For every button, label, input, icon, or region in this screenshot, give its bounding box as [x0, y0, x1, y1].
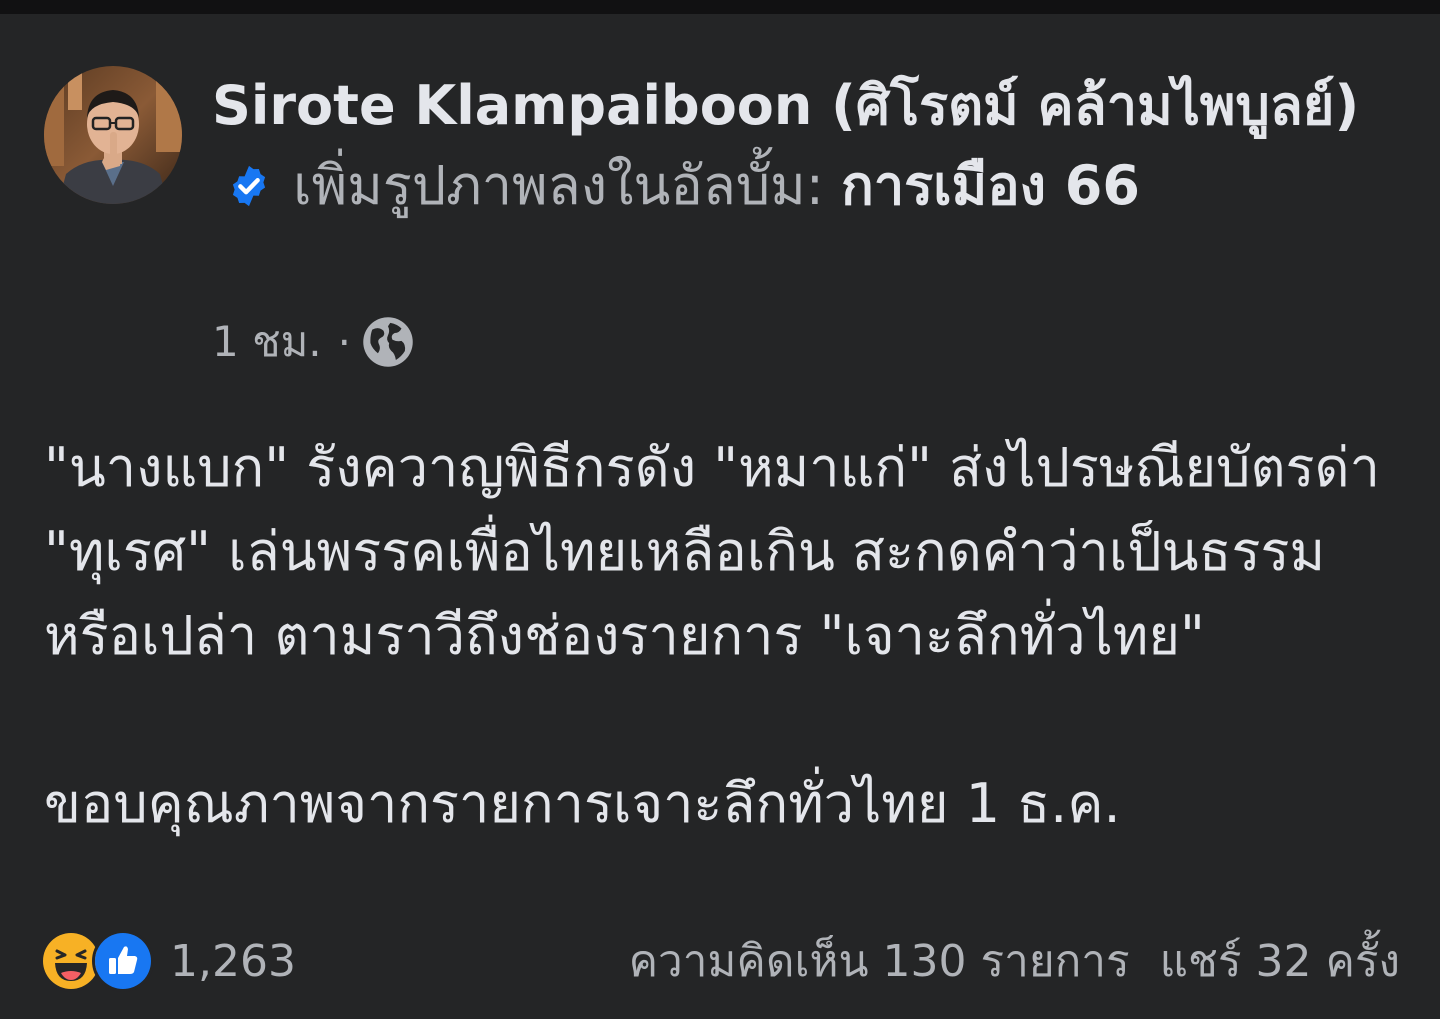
post-footer: 1,263 ความคิดเห็น 130 รายการ แชร์ 32 ครั…: [40, 926, 1400, 996]
post-body-text: "นางแบก" รังควาญพิธีกรดัง "หมาแก่" ส่งไป…: [44, 426, 1404, 846]
verified-badge-icon: [226, 151, 272, 207]
author-name-link[interactable]: Sirote Klampaiboon (ศิโรตม์ คล้ามไพบูลย์…: [212, 74, 1359, 137]
post-meta: 1 ชม. ·: [212, 312, 415, 372]
reaction-count: 1,263: [170, 935, 296, 987]
avatar-image: [44, 66, 182, 204]
author-avatar[interactable]: [44, 66, 182, 204]
comments-count-link[interactable]: ความคิดเห็น 130 รายการ: [629, 926, 1130, 996]
globe-icon[interactable]: [361, 315, 415, 369]
album-name-link[interactable]: การเมือง 66: [841, 154, 1140, 217]
meta-separator: ·: [337, 317, 351, 367]
post-action-text: เพิ่มรูปภาพลงในอัลบั้ม:: [293, 154, 824, 217]
post-paragraph: "นางแบก" รังควาญพิธีกรดัง "หมาแก่" ส่งไป…: [44, 436, 1398, 667]
reactions-summary[interactable]: 1,263: [40, 930, 296, 992]
engagement-counts: ความคิดเห็น 130 รายการ แชร์ 32 ครั้ง: [629, 926, 1400, 996]
post-header: Sirote Klampaiboon (ศิโรตม์ คล้ามไพบูลย์…: [212, 66, 1382, 226]
post-paragraph: ขอบคุณภาพจากรายการเจาะลึกทั่วไทย 1 ธ.ค.: [44, 772, 1121, 835]
post-timestamp[interactable]: 1 ชม.: [212, 309, 322, 375]
shares-count-link[interactable]: แชร์ 32 ครั้ง: [1160, 926, 1400, 996]
top-edge-strip: [0, 0, 1440, 14]
like-icon: [92, 930, 154, 992]
